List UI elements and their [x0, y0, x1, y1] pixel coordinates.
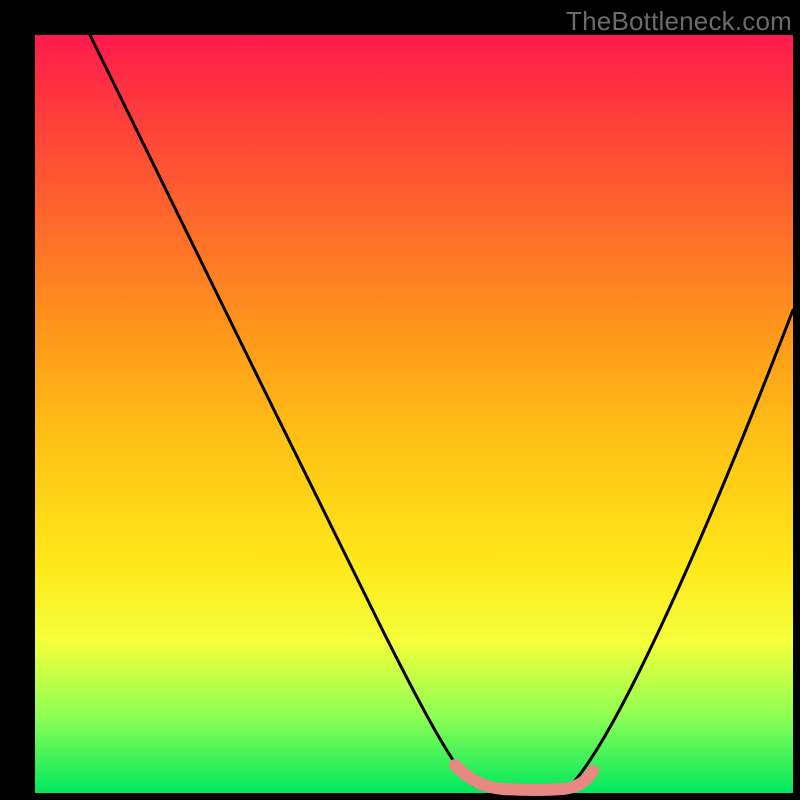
watermark-text: TheBottleneck.com — [566, 6, 792, 37]
right-branch-curve — [573, 310, 793, 783]
left-branch-curve — [90, 35, 473, 785]
highlight-segment — [455, 765, 593, 790]
chart-frame: TheBottleneck.com — [0, 0, 800, 800]
chart-curves — [35, 35, 793, 793]
